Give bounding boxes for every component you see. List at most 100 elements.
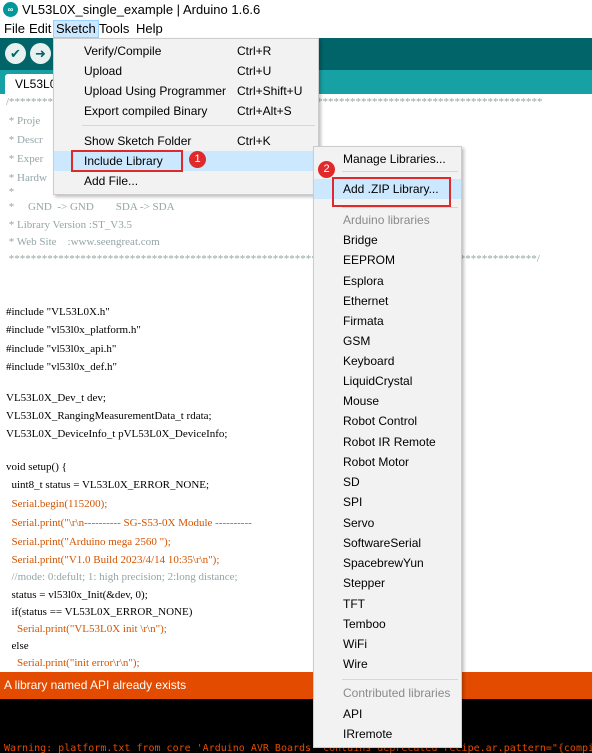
- console-line: Warning: platform.txt from core 'Arduino…: [4, 743, 592, 753]
- library-item[interactable]: Ethernet: [314, 291, 461, 311]
- menu-item-shortcut: Ctrl+U: [237, 64, 272, 78]
- code-line: *: [6, 186, 15, 198]
- menu-item-add-file[interactable]: Add File...: [54, 171, 318, 191]
- library-label: Robot Motor: [343, 455, 410, 469]
- step-badge-1: 1: [189, 151, 206, 168]
- menu-bar: File Edit Sketch Tools Help: [0, 20, 592, 38]
- code-line: #include "vl53l0x_def.h": [6, 361, 118, 373]
- code-line: #include "VL53L0X.h": [6, 306, 110, 318]
- menu-item-export-binary[interactable]: Export compiled Binary Ctrl+Alt+S: [54, 101, 318, 121]
- library-label: SpacebrewYun: [343, 556, 424, 570]
- code-line: * Proje: [6, 115, 41, 127]
- code-line: //mode: 0:defult; 1: high precision; 2:l…: [6, 571, 238, 583]
- menu-item-label: Add File...: [84, 174, 139, 188]
- library-label: WiFi: [343, 637, 367, 651]
- menu-sketch[interactable]: Sketch: [53, 20, 99, 38]
- menu-item-verify-compile[interactable]: Verify/Compile Ctrl+R: [54, 41, 318, 61]
- section-header-arduino-libraries: Arduino libraries: [314, 210, 461, 230]
- annotation-box-include-library: [71, 150, 183, 172]
- code-line: VL53L0X_DeviceInfo_t pVL53L0X_DeviceInfo…: [6, 428, 228, 440]
- library-item[interactable]: WiFi: [314, 634, 461, 654]
- menu-edit[interactable]: Edit: [27, 21, 53, 37]
- library-item[interactable]: Keyboard: [314, 351, 461, 371]
- library-label: Servo: [343, 516, 375, 530]
- code-line: * Hardw: [6, 172, 47, 184]
- library-label: Bridge: [343, 233, 378, 247]
- library-item[interactable]: SpacebrewYun: [314, 553, 461, 573]
- menu-item-label: Verify/Compile: [84, 44, 162, 58]
- code-line: status = vl53l0x_Init(&dev, 0);: [6, 589, 148, 601]
- code-line: if(status == VL53L0X_ERROR_NONE): [6, 606, 193, 618]
- menu-item-label: Upload Using Programmer: [84, 84, 227, 98]
- library-item[interactable]: Robot Control: [314, 411, 461, 431]
- menu-file[interactable]: File: [2, 21, 27, 37]
- sketch-menu: Verify/Compile Ctrl+R Upload Ctrl+U Uplo…: [53, 38, 359, 195]
- library-item[interactable]: Wire: [314, 654, 461, 674]
- code-line: Serial.print("init error\r\n");: [6, 657, 140, 669]
- window-title: VL53L0X_single_example | Arduino 1.6.6: [22, 2, 261, 17]
- include-library-submenu: Manage Libraries... Add .ZIP Library... …: [313, 146, 462, 748]
- library-item[interactable]: TFT: [314, 594, 461, 614]
- upload-button[interactable]: ➜: [30, 43, 51, 64]
- library-item[interactable]: Temboo: [314, 614, 461, 634]
- library-item[interactable]: Stepper: [314, 573, 461, 593]
- menu-separator: [82, 125, 315, 126]
- library-item[interactable]: Mouse: [314, 391, 461, 411]
- library-label: GSM: [343, 334, 371, 348]
- code-line: Serial.print("VL53L0X init \r\n");: [6, 623, 167, 635]
- library-label: EEPROM: [343, 253, 396, 267]
- menu-item-upload-programmer[interactable]: Upload Using Programmer Ctrl+Shift+U: [54, 81, 318, 101]
- library-item[interactable]: LiquidCrystal: [314, 371, 461, 391]
- menu-item-label: Show Sketch Folder: [84, 134, 192, 148]
- library-label: Robot IR Remote: [343, 435, 436, 449]
- library-item[interactable]: SoftwareSerial: [314, 533, 461, 553]
- code-line: Serial.begin(115200);: [6, 498, 108, 510]
- library-label: SD: [343, 475, 360, 489]
- library-label: IRremote: [343, 727, 393, 741]
- library-item[interactable]: EEPROM: [314, 250, 461, 270]
- library-label: Stepper: [343, 576, 386, 590]
- library-item[interactable]: GSM: [314, 331, 461, 351]
- library-label: Robot Control: [343, 414, 418, 428]
- library-item[interactable]: Firmata: [314, 311, 461, 331]
- step-badge-2: 2: [318, 161, 335, 178]
- menu-item-shortcut: Ctrl+K: [237, 134, 271, 148]
- library-item[interactable]: Robot IR Remote: [314, 432, 461, 452]
- menu-section-label: Contributed libraries: [343, 686, 451, 700]
- library-item[interactable]: Servo: [314, 513, 461, 533]
- code-line: * Web Site :www.seengreat.com: [6, 236, 160, 248]
- library-label: Wire: [343, 657, 368, 671]
- library-label: Esplora: [343, 274, 384, 288]
- code-line: * Exper: [6, 153, 44, 165]
- menu-item-show-sketch-folder[interactable]: Show Sketch Folder Ctrl+K: [54, 131, 318, 151]
- code-line: VL53L0X_Dev_t dev;: [6, 392, 106, 404]
- code-line: * GND -> GND SDA -> SDA: [6, 201, 175, 213]
- arduino-logo-icon: ∞: [3, 2, 18, 17]
- menu-separator: [342, 171, 458, 172]
- library-label: API: [343, 707, 363, 721]
- menu-item-label: Manage Libraries...: [343, 152, 446, 166]
- library-item[interactable]: SD: [314, 472, 461, 492]
- library-label: LiquidCrystal: [343, 374, 413, 388]
- menu-item-upload[interactable]: Upload Ctrl+U: [54, 61, 318, 81]
- verify-button[interactable]: ✔: [5, 43, 26, 64]
- library-label: SPI: [343, 495, 363, 509]
- menu-help[interactable]: Help: [134, 21, 165, 37]
- title-bar: ∞ VL53L0X_single_example | Arduino 1.6.6: [0, 0, 592, 20]
- library-item[interactable]: IRremote: [314, 724, 461, 744]
- checkmark-icon: ✔: [10, 46, 21, 61]
- code-line: uint8_t status = VL53L0X_ERROR_NONE;: [6, 479, 210, 491]
- menu-tools[interactable]: Tools: [97, 21, 131, 37]
- code-line: VL53L0X_RangingMeasurementData_t rdata;: [6, 410, 212, 422]
- code-line: Serial.print("V1.0 Build 2023/4/14 10:35…: [6, 554, 220, 566]
- code-line: void setup() {: [6, 461, 67, 473]
- library-item[interactable]: Robot Motor: [314, 452, 461, 472]
- library-item[interactable]: SPI: [314, 492, 461, 512]
- library-item[interactable]: Esplora: [314, 271, 461, 291]
- menu-item-manage-libraries[interactable]: Manage Libraries...: [314, 149, 461, 169]
- library-label: Mouse: [343, 394, 380, 408]
- library-item[interactable]: API: [314, 704, 461, 724]
- library-item[interactable]: Bridge: [314, 230, 461, 250]
- library-label: Firmata: [343, 314, 384, 328]
- section-header-contributed-libraries: Contributed libraries: [314, 683, 461, 703]
